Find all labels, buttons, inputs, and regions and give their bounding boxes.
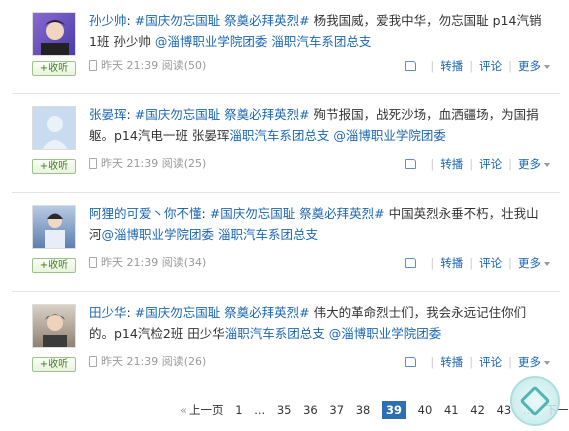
- avatar[interactable]: [32, 106, 76, 150]
- chevron-down-icon: [544, 163, 550, 167]
- page-link[interactable]: 36: [303, 401, 318, 419]
- watermark-logo: [510, 376, 560, 426]
- avatar-image: [43, 314, 67, 347]
- page-link[interactable]: 38: [356, 401, 371, 419]
- post-item: +收听 阿狸的可爱丶你不懂: #国庆勿忘国耻 祭奠必拜英烈# 中国英烈永垂不朽，…: [12, 193, 560, 293]
- follow-button[interactable]: +收听: [32, 159, 76, 174]
- author-colon: :: [126, 305, 131, 320]
- page-link[interactable]: 43: [497, 401, 512, 419]
- avatar[interactable]: [32, 12, 76, 56]
- mention-link[interactable]: @淄博职业学院团委: [329, 326, 442, 341]
- post-time[interactable]: 昨天 21:39: [101, 355, 158, 368]
- topic-tag[interactable]: #国庆勿忘国耻 祭奠必拜英烈#: [135, 305, 310, 320]
- mention-link[interactable]: 淄职汽车系团总支: [218, 227, 318, 242]
- mention-link[interactable]: 淄职汽车系团总支: [229, 128, 329, 143]
- avatar[interactable]: [32, 304, 76, 348]
- repost-button[interactable]: 转播: [440, 255, 463, 271]
- post-actions: | 转播 | 评论 | 更多: [405, 156, 550, 172]
- comment-button[interactable]: 评论: [479, 156, 502, 172]
- avatar[interactable]: [32, 205, 76, 249]
- author-name[interactable]: 阿狸的可爱丶你不懂: [89, 206, 202, 221]
- post-content: 阿狸的可爱丶你不懂: #国庆勿忘国耻 祭奠必拜英烈# 中国英烈永垂不朽，壮我山河…: [89, 203, 549, 245]
- page-link[interactable]: 1: [235, 401, 242, 419]
- post-content: 孙少帅: #国庆勿忘国耻 祭奠必拜英烈# 杨我国威，爱我中华，勿忘国耻 p14汽…: [89, 10, 549, 52]
- more-button[interactable]: 更多: [518, 58, 541, 74]
- chevron-down-icon: [544, 262, 550, 266]
- post-item: +收听 田少华: #国庆勿忘国耻 祭奠必拜英烈# 伟大的革命烈士们，我会永远记住…: [12, 292, 560, 392]
- phone-icon: [89, 158, 97, 169]
- chevron-down-icon: [544, 65, 550, 69]
- post-time[interactable]: 昨天 21:39: [101, 157, 158, 170]
- follow-button[interactable]: +收听: [32, 61, 76, 76]
- post-content: 张晏珲: #国庆勿忘国耻 祭奠必拜英烈# 殉节报国，战死沙场，血洒疆场，为国捐躯…: [89, 104, 549, 146]
- mention-link[interactable]: @淄博职业学院团委: [333, 128, 446, 143]
- page-link[interactable]: 37: [329, 401, 344, 419]
- page-link[interactable]: 35: [277, 401, 292, 419]
- page-ellipsis: ...: [254, 403, 266, 417]
- post-content: 田少华: #国庆勿忘国耻 祭奠必拜英烈# 伟大的革命烈士们，我会永远记住你们的。…: [89, 302, 549, 344]
- post-item: +收听 张晏珲: #国庆勿忘国耻 祭奠必拜英烈# 殉节报国，战死沙场，血洒疆场，…: [12, 94, 560, 194]
- author-name[interactable]: 张晏珲: [89, 107, 127, 122]
- view-count: 阅读(34): [161, 256, 207, 269]
- author-name[interactable]: 田少华: [89, 305, 127, 320]
- more-button[interactable]: 更多: [518, 354, 541, 370]
- comment-button[interactable]: 评论: [479, 255, 502, 271]
- view-count: 阅读(50): [161, 59, 207, 72]
- like-icon[interactable]: [405, 159, 417, 169]
- phone-icon: [89, 257, 97, 268]
- author-colon: :: [126, 13, 131, 28]
- topic-tag[interactable]: #国庆勿忘国耻 祭奠必拜英烈#: [135, 13, 310, 28]
- mention-link[interactable]: 淄职汽车系团总支: [225, 326, 325, 341]
- phone-icon: [89, 356, 97, 367]
- mention-link[interactable]: @淄博职业学院团委: [155, 34, 268, 49]
- repost-button[interactable]: 转播: [440, 354, 463, 370]
- post-meta: 昨天 21:39 阅读(34): [89, 255, 206, 271]
- like-icon[interactable]: [405, 258, 417, 268]
- chevron-left-icon: «: [180, 403, 188, 417]
- topic-tag[interactable]: #国庆勿忘国耻 祭奠必拜英烈#: [210, 206, 385, 221]
- default-avatar-image: [33, 107, 75, 149]
- comment-button[interactable]: 评论: [479, 58, 502, 74]
- like-icon[interactable]: [405, 61, 417, 71]
- topic-tag[interactable]: #国庆勿忘国耻 祭奠必拜英烈#: [135, 107, 310, 122]
- more-button[interactable]: 更多: [518, 255, 541, 271]
- post-actions: | 转播 | 评论 | 更多: [405, 255, 550, 271]
- more-button[interactable]: 更多: [518, 156, 541, 172]
- post-time[interactable]: 昨天 21:39: [101, 256, 158, 269]
- post-actions: | 转播 | 评论 | 更多: [405, 354, 550, 370]
- prev-page-link[interactable]: 上一页: [189, 401, 224, 419]
- view-count: 阅读(25): [161, 157, 207, 170]
- post-item: +收听 孙少帅: #国庆勿忘国耻 祭奠必拜英烈# 杨我国威，爱我中华，勿忘国耻 …: [12, 0, 560, 88]
- comment-button[interactable]: 评论: [479, 354, 502, 370]
- post-meta: 昨天 21:39 阅读(25): [89, 156, 206, 172]
- mention-link[interactable]: @淄博职业学院团委: [102, 227, 215, 242]
- page-link[interactable]: 40: [418, 401, 433, 419]
- mention-link[interactable]: 淄职汽车系团总支: [271, 34, 371, 49]
- follow-button[interactable]: +收听: [32, 357, 76, 372]
- phone-icon: [89, 60, 97, 71]
- chevron-down-icon: [544, 361, 550, 365]
- page-link[interactable]: 41: [444, 401, 459, 419]
- author-colon: :: [201, 206, 206, 221]
- author-colon: :: [126, 107, 131, 122]
- follow-button[interactable]: +收听: [32, 258, 76, 273]
- like-icon[interactable]: [405, 357, 417, 367]
- repost-button[interactable]: 转播: [440, 58, 463, 74]
- post-meta: 昨天 21:39 阅读(50): [89, 58, 206, 74]
- author-name[interactable]: 孙少帅: [89, 13, 127, 28]
- post-actions: | 转播 | 评论 | 更多: [405, 58, 550, 74]
- post-meta: 昨天 21:39 阅读(26): [89, 354, 206, 370]
- current-page: 39: [382, 401, 407, 419]
- avatar-image: [41, 20, 69, 55]
- post-time[interactable]: 昨天 21:39: [101, 59, 158, 72]
- page-link[interactable]: 42: [470, 401, 485, 419]
- repost-button[interactable]: 转播: [440, 156, 463, 172]
- avatar-image: [45, 213, 65, 248]
- view-count: 阅读(26): [161, 355, 207, 368]
